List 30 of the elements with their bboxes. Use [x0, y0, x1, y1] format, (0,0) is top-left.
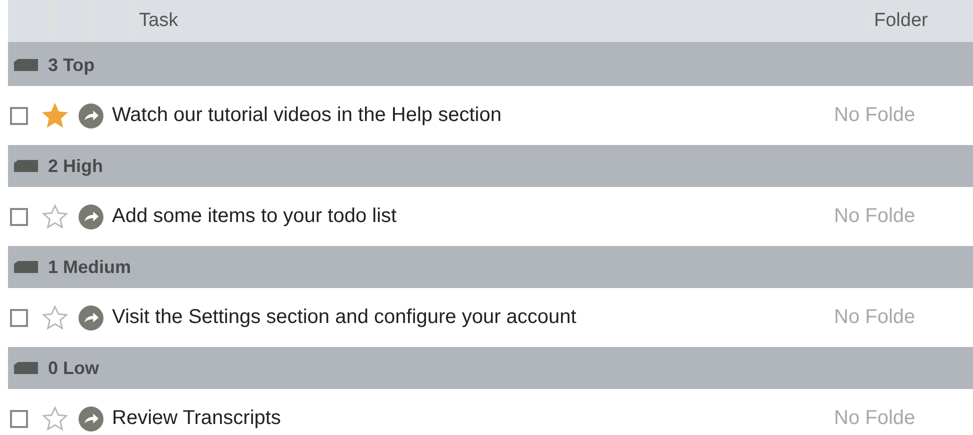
- star-icon[interactable]: [42, 304, 68, 330]
- folder-icon: [14, 59, 38, 71]
- group-label: 3 Top: [48, 54, 95, 76]
- arrow-circle-icon[interactable]: [78, 102, 104, 128]
- arrow-circle-icon[interactable]: [78, 204, 104, 230]
- folder-icon: [14, 160, 38, 172]
- checkbox[interactable]: [10, 106, 28, 124]
- group-label: 0 Low: [48, 358, 100, 378]
- group-label: 2 High: [48, 156, 104, 176]
- star-icon[interactable]: [42, 204, 68, 230]
- task-title[interactable]: Add some items to your todo list: [112, 205, 822, 228]
- checkbox[interactable]: [10, 208, 28, 226]
- folder-name: No Folde: [834, 205, 916, 228]
- column-header[interactable]: Folder: [868, 10, 973, 32]
- checkbox[interactable]: [10, 410, 28, 428]
- folder-icon: [14, 362, 38, 374]
- folder-name: No Folde: [834, 306, 916, 329]
- task-title[interactable]: Review Transcripts: [112, 407, 822, 430]
- folder-name: No Folde: [834, 104, 916, 127]
- arrow-circle-icon[interactable]: [78, 304, 104, 330]
- star-icon[interactable]: [42, 102, 68, 128]
- folder-icon: [14, 261, 38, 273]
- checkbox[interactable]: [10, 308, 28, 326]
- star-icon[interactable]: [42, 406, 68, 432]
- arrow-circle-icon[interactable]: [78, 406, 104, 432]
- folder-name: No Folde: [834, 407, 916, 430]
- column-header[interactable]: Task: [133, 10, 868, 32]
- group-label: 1 Medium: [48, 256, 132, 278]
- task-title[interactable]: Watch our tutorial videos in the Help section: [112, 104, 822, 127]
- task-title[interactable]: Visit the Settings section and configure your account: [112, 306, 822, 329]
